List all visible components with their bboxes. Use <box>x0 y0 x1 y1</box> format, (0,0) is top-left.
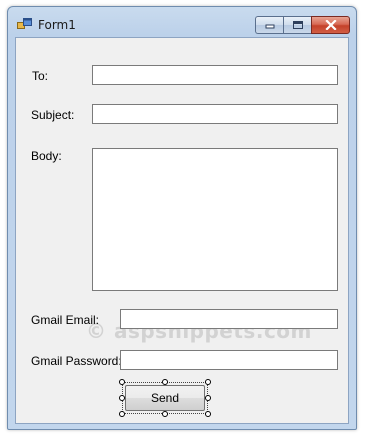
resize-handle-ne[interactable] <box>205 379 211 385</box>
to-input[interactable] <box>92 65 338 85</box>
send-button[interactable]: Send <box>125 385 205 411</box>
gmail-email-input[interactable] <box>120 309 338 329</box>
title-bar[interactable]: Form1 <box>8 7 356 37</box>
window-title: Form1 <box>38 18 76 32</box>
resize-handle-s[interactable] <box>162 411 168 417</box>
gmail-password-input[interactable] <box>120 350 338 370</box>
maximize-icon <box>292 21 303 29</box>
minimize-icon <box>265 24 274 29</box>
resize-handle-se[interactable] <box>205 411 211 417</box>
to-label: To: <box>32 69 49 83</box>
caption-buttons <box>255 16 350 34</box>
resize-handle-nw[interactable] <box>119 379 125 385</box>
close-button[interactable] <box>311 16 350 34</box>
resize-handle-e[interactable] <box>205 395 211 401</box>
form1-window: Form1 To: Subject: Body: © aspsnippets.c… <box>7 6 357 430</box>
form-app-icon <box>17 18 32 29</box>
gmail-password-label: Gmail Password: <box>31 354 122 368</box>
subject-input[interactable] <box>92 104 338 124</box>
body-textarea[interactable] <box>92 148 338 291</box>
form-client-area: To: Subject: Body: © aspsnippets.com Gma… <box>15 37 349 424</box>
maximize-button[interactable] <box>283 16 311 34</box>
resize-handle-w[interactable] <box>119 395 125 401</box>
close-icon <box>324 20 337 30</box>
resize-handle-n[interactable] <box>162 379 168 385</box>
body-label: Body: <box>31 149 62 163</box>
minimize-button[interactable] <box>255 16 283 34</box>
resize-handle-sw[interactable] <box>119 411 125 417</box>
subject-label: Subject: <box>31 108 75 122</box>
gmail-email-label: Gmail Email: <box>31 313 100 327</box>
